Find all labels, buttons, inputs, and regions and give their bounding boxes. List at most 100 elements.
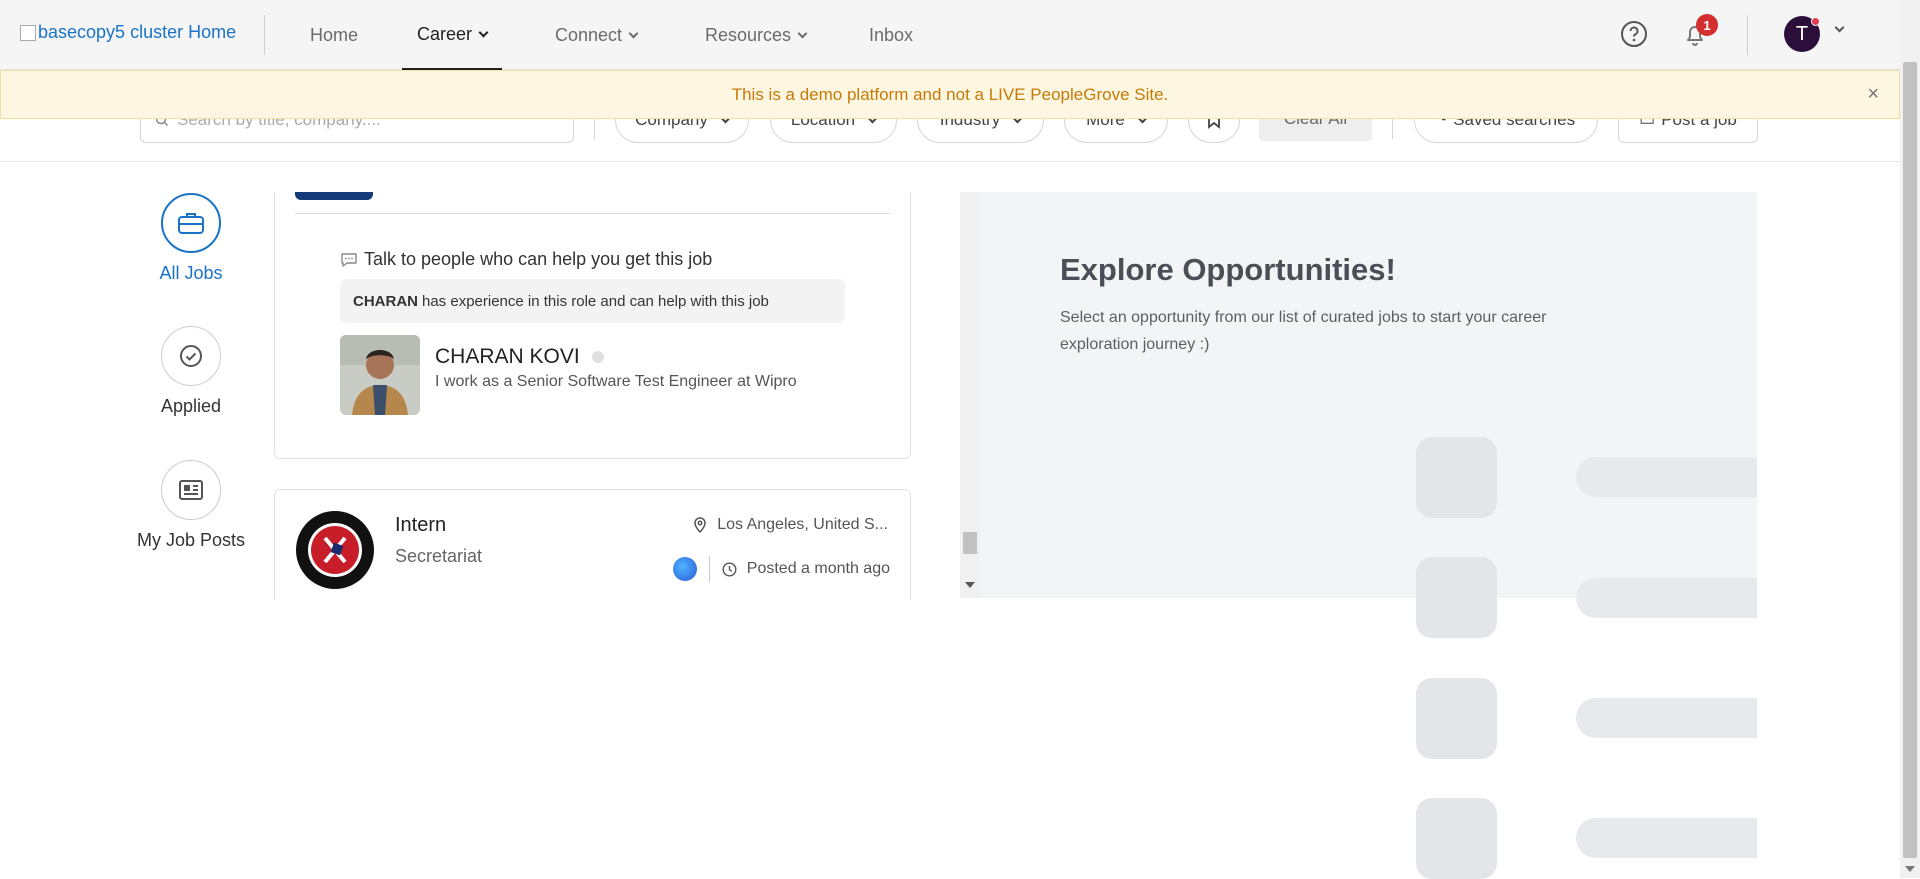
person-photo[interactable] <box>340 335 420 415</box>
search-placeholder: Search by title, company.... <box>177 119 381 129</box>
my-job-posts-button[interactable] <box>161 460 221 520</box>
newspaper-icon <box>179 480 203 500</box>
detail-scrollbar-thumb[interactable] <box>963 532 977 554</box>
page-scrollbar-thumb[interactable] <box>1903 62 1917 858</box>
filter-bar: Search by title, company.... Company Loc… <box>0 119 1900 162</box>
industry-filter[interactable]: Industry <box>917 119 1044 143</box>
skeleton-thumbnail <box>1416 557 1497 638</box>
clock-icon <box>722 561 737 577</box>
job-location-text: Los Angeles, United S... <box>717 516 888 533</box>
nav-career[interactable]: Career <box>402 0 503 70</box>
filter-divider <box>594 119 595 139</box>
sidenav-my-job-posts[interactable]: My Job Posts <box>111 460 271 551</box>
nav-connect-label: Connect <box>555 24 623 45</box>
demo-banner-text: This is a demo platform and not a LIVE P… <box>731 84 1169 104</box>
nav-divider <box>264 15 265 55</box>
chevron-down-icon <box>720 119 731 123</box>
nav-inbox[interactable]: Inbox <box>869 0 913 70</box>
company-filter-label: Company <box>635 119 708 129</box>
broken-image-icon <box>20 24 36 41</box>
post-job-button[interactable]: ▭ Post a job <box>1618 119 1758 143</box>
offline-status-dot <box>591 351 604 363</box>
nav-connect[interactable]: Connect <box>555 0 639 70</box>
sidenav-all-jobs[interactable]: All Jobs <box>111 193 271 284</box>
job-card[interactable]: Talk to people who can help you get this… <box>274 192 911 459</box>
nav-inbox-label: Inbox <box>869 24 914 45</box>
divider <box>295 213 890 214</box>
nav-resources-label: Resources <box>705 24 792 45</box>
briefcase-icon <box>178 213 204 234</box>
my-job-posts-label: My Job Posts <box>136 530 246 550</box>
check-badge-icon <box>180 345 202 367</box>
applied-button[interactable] <box>161 326 221 386</box>
location-pin-icon <box>694 517 706 533</box>
chevron-down-icon <box>478 27 489 37</box>
chat-bubble-icon <box>341 252 357 267</box>
bookmark-icon <box>1208 119 1220 129</box>
close-icon[interactable]: × <box>1867 83 1879 106</box>
all-jobs-button[interactable] <box>161 193 221 253</box>
job-list: Talk to people who can help you get this… <box>274 192 914 600</box>
job-posted-text: Posted a month ago <box>746 560 890 577</box>
document-icon: ▭ <box>1639 119 1656 129</box>
divider <box>708 556 710 582</box>
home-logo-link[interactable]: basecopy5 cluster Home <box>20 22 236 43</box>
more-filter[interactable]: More <box>1064 119 1168 143</box>
talk-heading-text: Talk to people who can help you get this… <box>364 249 713 269</box>
help-icon[interactable] <box>1619 19 1649 49</box>
scroll-down-arrow-icon[interactable] <box>1905 866 1915 872</box>
job-search-input[interactable]: Search by title, company.... <box>140 119 574 143</box>
talk-heading: Talk to people who can help you get this… <box>340 249 712 270</box>
apply-button[interactable] <box>295 192 373 200</box>
job-location: Los Angeles, United S... <box>693 516 888 534</box>
search-icon <box>155 119 169 127</box>
bookmark-filter-button[interactable] <box>1188 119 1240 143</box>
skeleton-line <box>1576 818 1757 858</box>
detail-scrollbar[interactable] <box>960 192 980 598</box>
page-scrollbar[interactable] <box>1900 0 1920 878</box>
experience-text: has experience in this role and can help… <box>422 292 769 310</box>
chevron-down-icon <box>1137 119 1148 123</box>
saved-search-icon: ◔ <box>1436 119 1448 129</box>
location-filter[interactable]: Location <box>770 119 897 143</box>
skeleton-thumbnail <box>1416 798 1497 879</box>
skeleton-thumbnail <box>1416 678 1497 759</box>
sidenav-applied[interactable]: Applied <box>111 326 271 417</box>
location-filter-label: Location <box>790 119 856 129</box>
nav-career-label: Career <box>417 23 473 44</box>
chevron-down-icon <box>1012 119 1023 123</box>
nav-home-label: Home <box>310 24 359 45</box>
source-logo <box>672 557 697 581</box>
skeleton-line <box>1576 698 1757 738</box>
experience-name: CHARAN <box>353 292 418 310</box>
all-jobs-label: All Jobs <box>159 263 223 283</box>
skeleton-thumbnail <box>1416 437 1497 518</box>
clear-all-button[interactable]: Clear All <box>1259 119 1372 141</box>
notification-badge: 1 <box>1696 14 1718 36</box>
industry-filter-label: Industry <box>939 119 1001 129</box>
scroll-down-arrow-icon[interactable] <box>965 582 975 588</box>
skeleton-line <box>1576 578 1757 618</box>
saved-searches-label: Saved searches <box>1453 119 1576 129</box>
chevron-down-icon <box>797 28 808 38</box>
saved-searches-button[interactable]: ◔ Saved searches <box>1414 119 1598 143</box>
applied-label: Applied <box>160 396 222 416</box>
company-filter[interactable]: Company <box>615 119 749 143</box>
explore-description: Select an opportunity from our list of c… <box>1060 309 1547 353</box>
online-status-dot <box>1811 17 1820 26</box>
company-name: Secretariat <box>395 546 483 566</box>
person-title: I work as a Senior Software Test Enginee… <box>435 373 797 390</box>
job-title[interactable]: Intern <box>395 514 446 537</box>
logo-alt-text: basecopy5 cluster Home <box>38 22 237 42</box>
job-card[interactable]: Intern Secretariat Los Angeles, United S… <box>274 489 911 600</box>
nav-divider <box>1747 15 1748 55</box>
person-name-text: CHARAN KOVI <box>435 345 580 368</box>
more-filter-label: More <box>1086 119 1125 129</box>
skeleton-line <box>1576 457 1757 497</box>
chevron-down-icon[interactable] <box>1834 22 1845 33</box>
nav-resources[interactable]: Resources <box>705 0 808 70</box>
job-posted: Posted a month ago <box>672 556 890 582</box>
nav-home[interactable]: Home <box>310 0 358 70</box>
person-name[interactable]: CHARAN KOVI <box>435 345 604 369</box>
demo-banner: This is a demo platform and not a LIVE P… <box>0 70 1900 119</box>
